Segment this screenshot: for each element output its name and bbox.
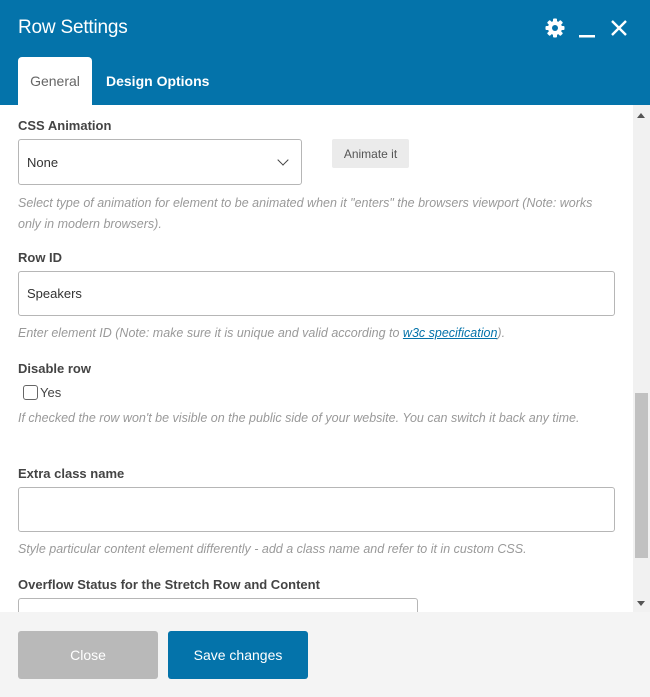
extra-class-label: Extra class name (18, 466, 125, 481)
overflow-status-label: Overflow Status for the Stretch Row and … (18, 577, 320, 592)
row-id-input[interactable]: Speakers (18, 271, 615, 316)
scrollbar[interactable] (633, 105, 650, 612)
save-changes-button[interactable]: Save changes (168, 631, 308, 679)
gear-icon[interactable] (544, 17, 566, 39)
row-id-description: Enter element ID (Note: make sure it is … (18, 323, 618, 344)
css-animation-value: None (27, 154, 59, 170)
css-animation-description: Select type of animation for element to … (18, 196, 593, 231)
header-controls (544, 17, 630, 39)
dialog-title: Row Settings (18, 17, 128, 38)
settings-panel: CSS Animation None Animate it Select typ… (0, 105, 633, 612)
extra-class-input[interactable] (18, 487, 615, 532)
scrollbar-thumb[interactable] (635, 393, 648, 558)
w3c-specification-link[interactable]: w3c specification (403, 326, 498, 340)
row-id-description-suffix: ). (497, 326, 506, 340)
scroll-up-arrow-icon[interactable] (637, 113, 645, 118)
disable-row-checkbox-label[interactable]: Yes (40, 385, 61, 400)
chevron-down-icon (277, 154, 289, 166)
dialog-footer: Close Save changes (0, 612, 650, 697)
row-id-value: Speakers (27, 286, 82, 301)
disable-row-checkbox[interactable] (23, 385, 38, 400)
disable-row-description: If checked the row won't be visible on t… (18, 411, 580, 425)
disable-row-option: Yes (23, 385, 61, 400)
close-button[interactable]: Close (18, 631, 158, 679)
dialog-header: Row Settings General Design Options (0, 0, 650, 105)
disable-row-label: Disable row (18, 361, 91, 376)
scroll-down-arrow-icon[interactable] (637, 601, 645, 606)
tab-general[interactable]: General (18, 57, 92, 105)
css-animation-label: CSS Animation (18, 118, 112, 133)
minimize-icon[interactable] (576, 17, 598, 39)
tab-bar: General Design Options (18, 57, 223, 105)
tab-design-options[interactable]: Design Options (92, 57, 223, 105)
css-animation-select[interactable]: None (18, 139, 302, 185)
row-id-label: Row ID (18, 250, 63, 265)
overflow-status-select[interactable] (18, 598, 418, 612)
extra-class-description: Style particular content element differe… (18, 542, 527, 556)
row-id-description-text: Enter element ID (Note: make sure it is … (18, 326, 403, 340)
animate-it-button[interactable]: Animate it (332, 139, 409, 168)
close-icon[interactable] (608, 17, 630, 39)
